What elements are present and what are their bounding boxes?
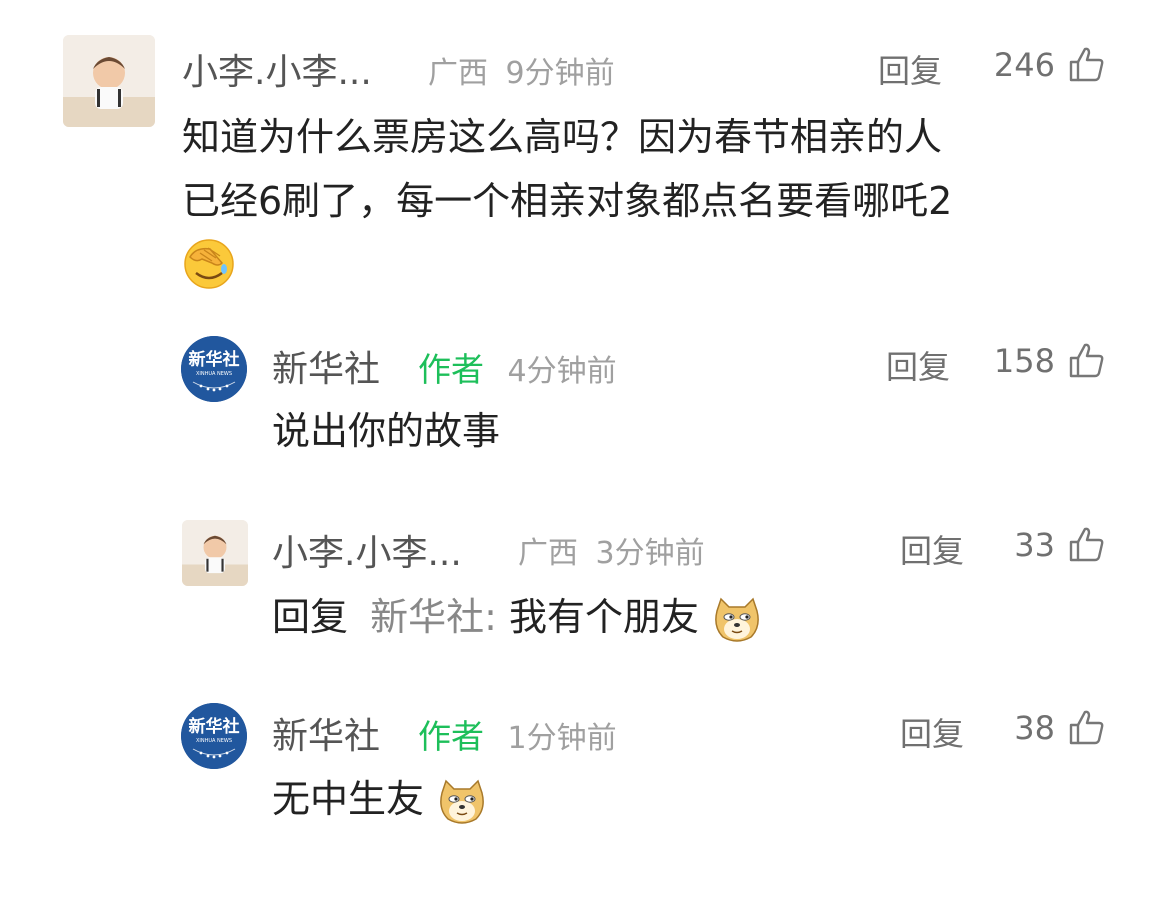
username[interactable]: 新华社 [272, 340, 380, 392]
like-count: 38 [1014, 709, 1055, 747]
reply-button[interactable]: 回复 [900, 709, 964, 755]
baby-photo-icon [182, 520, 248, 586]
username[interactable]: 小李.小李... [182, 43, 372, 95]
xinhua-logo-icon: 新华社 XINHUA NEWS [181, 703, 247, 769]
comment-body: 说出你的故事 [272, 409, 501, 453]
avatar-logo-text: 新华社 [189, 716, 240, 737]
thumbs-up-icon[interactable] [1068, 525, 1106, 563]
doge-emoji [440, 779, 484, 824]
timestamp: 4分钟前 [507, 354, 617, 389]
comment-text: 知道为什么票房这么高吗？因为春节相亲的人 已经6刷了，每一个相亲对象都点名要看哪… [182, 108, 952, 291]
thumbs-up-icon[interactable] [1068, 45, 1106, 83]
comment-body: 无中生友 [272, 777, 425, 821]
author-badge: 作者 [418, 717, 484, 756]
user-avatar[interactable] [63, 35, 155, 127]
reply-prefix: 回复 [272, 595, 349, 639]
thumbs-up-icon[interactable] [1068, 341, 1106, 379]
comment-meta: 广西 9分钟前 [428, 48, 615, 92]
comment-meta: 广西 3分钟前 [518, 528, 705, 572]
xinhua-avatar[interactable]: 新华社 XINHUA NEWS [181, 703, 247, 769]
comment-line: 知道为什么票房这么高吗？因为春节相亲的人 [182, 115, 943, 159]
comment-body: 我有个朋友 [509, 595, 700, 639]
timestamp: 1分钟前 [507, 721, 617, 756]
username[interactable]: 新华社 [272, 707, 380, 759]
thumbs-up-icon[interactable] [1068, 708, 1106, 746]
avatar-logo-subtext: XINHUA NEWS [196, 738, 232, 744]
baby-photo-icon [63, 35, 155, 127]
timestamp: 9分钟前 [505, 56, 615, 91]
comment-meta: 作者 4分钟前 [418, 343, 617, 391]
comment-meta: 作者 1分钟前 [418, 710, 617, 758]
comment-text: 无中生友 [272, 770, 488, 828]
avatar-logo-text: 新华社 [189, 349, 240, 370]
author-badge: 作者 [418, 350, 484, 389]
facepalm-emoji [184, 238, 234, 289]
reply-button[interactable]: 回复 [886, 342, 950, 388]
reply-button[interactable]: 回复 [900, 526, 964, 572]
like-count: 33 [1014, 526, 1055, 564]
username[interactable]: 小李.小李... [272, 524, 462, 576]
avatar-logo-subtext: XINHUA NEWS [196, 371, 232, 377]
comment-text: 回复 新华社: 我有个朋友 [272, 588, 763, 646]
reply-button[interactable]: 回复 [878, 46, 942, 92]
location: 广西 [518, 536, 578, 571]
xinhua-logo-icon: 新华社 XINHUA NEWS [181, 336, 247, 402]
like-count: 158 [993, 342, 1055, 380]
like-count: 246 [993, 46, 1055, 84]
doge-emoji [715, 597, 759, 642]
comment-line: 已经6刷了，每一个相亲对象都点名要看哪吒2 [182, 179, 953, 223]
location: 广西 [428, 56, 488, 91]
reply-target-user[interactable]: 新华社: [370, 595, 497, 639]
timestamp: 3分钟前 [595, 536, 705, 571]
comment-text: 说出你的故事 [272, 402, 500, 460]
xinhua-avatar[interactable]: 新华社 XINHUA NEWS [181, 336, 247, 402]
user-avatar[interactable] [182, 520, 248, 586]
